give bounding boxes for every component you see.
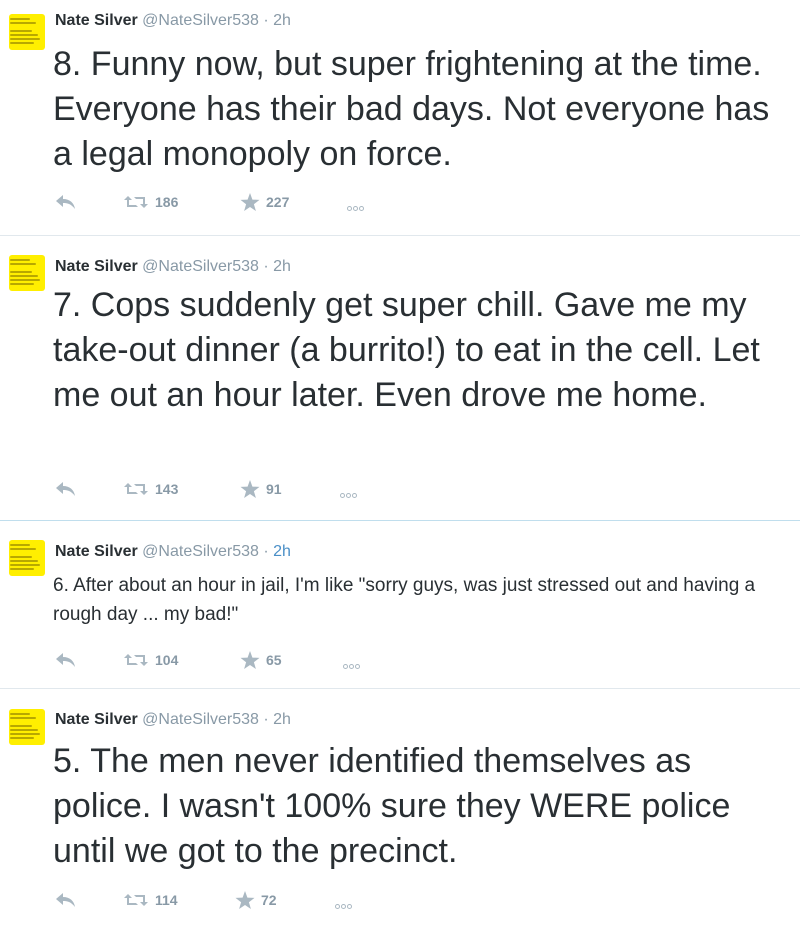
tweet-actions: 143 91: [55, 477, 395, 501]
retweet-count: 114: [155, 892, 178, 908]
tweet-actions: 114 72: [55, 888, 395, 912]
author-handle[interactable]: @NateSilver538: [142, 543, 259, 560]
avatar[interactable]: [9, 709, 45, 745]
retweet-button[interactable]: 104: [123, 648, 178, 672]
tweet-text: 8. Funny now, but super frightening at t…: [53, 45, 770, 173]
retweet-count: 186: [155, 194, 179, 210]
more-icon: [335, 904, 340, 909]
separator: ·: [258, 711, 274, 728]
tweet-actions: 104 65: [55, 648, 395, 672]
favorite-count: 91: [266, 481, 282, 497]
reply-button[interactable]: [55, 888, 77, 912]
tweet-header: Nate Silver @NateSilver538 · 2h: [55, 711, 291, 729]
author-name[interactable]: Nate Silver: [55, 12, 138, 29]
avatar[interactable]: [9, 255, 45, 291]
retweet-icon: [124, 483, 148, 495]
favorite-count: 65: [266, 652, 282, 668]
favorite-count: 72: [261, 892, 277, 908]
retweet-button[interactable]: 186: [123, 190, 178, 214]
author-handle[interactable]: @NateSilver538: [142, 711, 259, 728]
author-name[interactable]: Nate Silver: [55, 543, 138, 560]
more-button[interactable]: [340, 485, 358, 503]
reply-icon: [56, 653, 75, 667]
more-button[interactable]: [335, 896, 353, 914]
retweet-icon: [124, 654, 148, 666]
avatar[interactable]: [9, 14, 45, 50]
tweet[interactable]: Nate Silver @NateSilver538 · 2h 5. The m…: [0, 689, 800, 925]
more-icon: [340, 493, 345, 498]
tweet-text: 5. The men never identified themselves a…: [53, 742, 731, 870]
tweet[interactable]: Nate Silver @NateSilver538 · 2h 8. Funny…: [0, 0, 800, 236]
author-name[interactable]: Nate Silver: [55, 711, 138, 728]
retweet-count: 143: [155, 481, 179, 497]
retweet-icon: [124, 894, 148, 906]
retweet-icon: [124, 196, 148, 208]
reply-button[interactable]: [55, 477, 77, 501]
timestamp[interactable]: 2h: [273, 543, 291, 560]
favorite-button[interactable]: 227: [240, 190, 289, 214]
author-handle[interactable]: @NateSilver538: [142, 12, 259, 29]
timestamp[interactable]: 2h: [273, 711, 291, 728]
tweet-header: Nate Silver @NateSilver538 · 2h: [55, 543, 291, 561]
separator: ·: [258, 543, 274, 560]
separator: ·: [258, 258, 274, 275]
star-icon: [240, 192, 260, 211]
tweet-header: Nate Silver @NateSilver538 · 2h: [55, 12, 291, 30]
timestamp[interactable]: 2h: [273, 258, 291, 275]
reply-icon: [56, 482, 75, 496]
tweet-text: 6. After about an hour in jail, I'm like…: [53, 575, 756, 625]
tweet[interactable]: Nate Silver @NateSilver538 · 2h 7. Cops …: [0, 236, 800, 521]
more-button[interactable]: [347, 198, 365, 216]
tweet[interactable]: Nate Silver @NateSilver538 · 2h 6. After…: [0, 521, 800, 689]
reply-button[interactable]: [55, 648, 77, 672]
more-button[interactable]: [343, 656, 361, 674]
retweet-button[interactable]: 114: [123, 888, 178, 912]
retweet-button[interactable]: 143: [123, 477, 178, 501]
favorite-button[interactable]: 91: [240, 477, 282, 501]
favorite-button[interactable]: 65: [240, 648, 282, 672]
tweet-text: 7. Cops suddenly get super chill. Gave m…: [53, 286, 760, 414]
star-icon: [240, 650, 260, 669]
reply-icon: [56, 893, 75, 907]
author-name[interactable]: Nate Silver: [55, 258, 138, 275]
star-icon: [235, 890, 255, 909]
favorite-count: 227: [266, 194, 290, 210]
separator: ·: [258, 12, 274, 29]
more-icon: [347, 206, 352, 211]
avatar[interactable]: [9, 540, 45, 576]
timestamp[interactable]: 2h: [273, 12, 291, 29]
more-icon: [343, 664, 348, 669]
reply-icon: [56, 195, 75, 209]
tweet-actions: 186 227: [55, 190, 395, 214]
star-icon: [240, 479, 260, 498]
tweet-header: Nate Silver @NateSilver538 · 2h: [55, 258, 291, 276]
favorite-button[interactable]: 72: [235, 888, 277, 912]
retweet-count: 104: [155, 652, 179, 668]
author-handle[interactable]: @NateSilver538: [142, 258, 259, 275]
reply-button[interactable]: [55, 190, 77, 214]
